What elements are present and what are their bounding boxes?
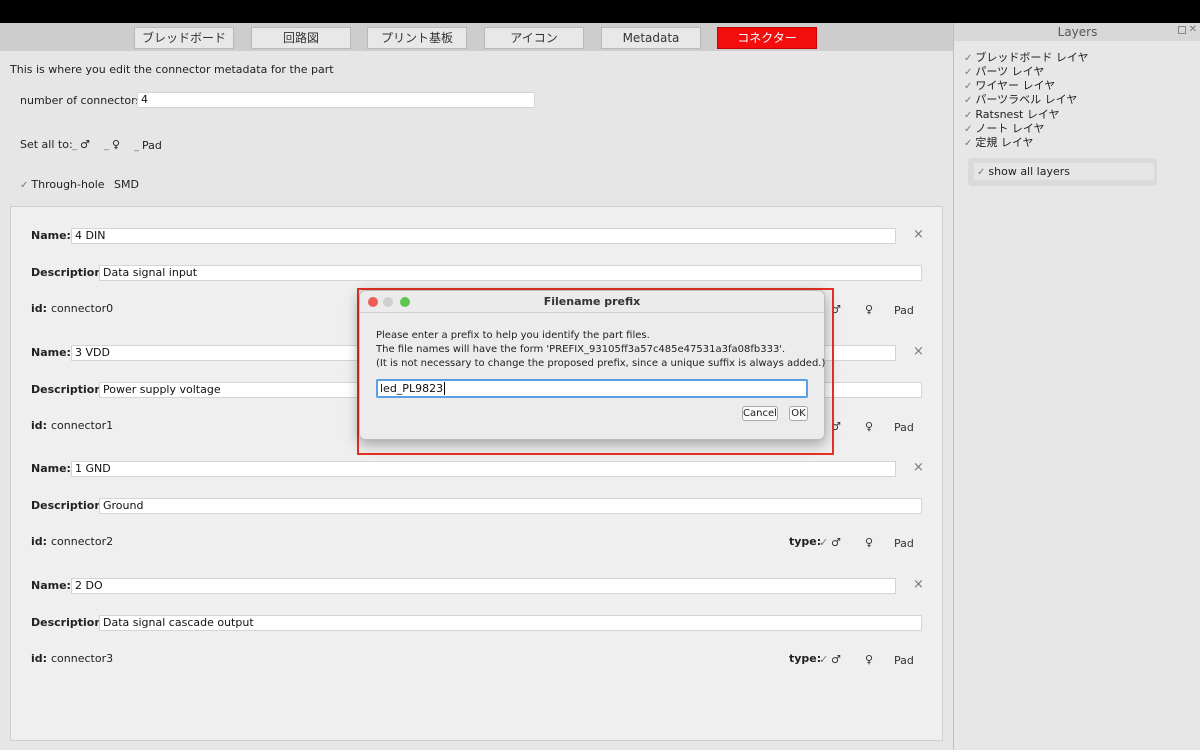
type-label: type: [789,535,822,548]
id-label: id: [31,302,48,315]
type-pad-radio[interactable]: Pad [894,537,914,550]
dialog-title: Filename prefix [543,295,641,308]
type-female-radio[interactable]: ♀ [865,536,873,549]
name-label: Name: [31,579,71,592]
show-all-container: ✓ show all layers [968,158,1157,186]
check-icon: ✓ [819,653,829,666]
connector-description-input[interactable]: Data signal cascade output [99,615,922,631]
check-icon: ✓ [977,167,986,178]
tab-icon[interactable]: アイコン [484,27,584,49]
type-pad-radio[interactable]: Pad [894,304,914,317]
layers-title: Layers [954,23,1200,41]
dialog-titlebar: Filename prefix [360,291,824,313]
set-all-label: Set all to: [20,138,73,151]
intro-text: This is where you edit the connector met… [10,63,334,76]
view-tabs: ブレッドボード 回路図 プリント基板 アイコン Metadata コネクター [0,23,953,51]
connector-id: connector1 [51,419,114,432]
type-pad-radio[interactable]: Pad [894,654,914,667]
delete-connector-icon[interactable]: × [913,344,924,359]
smd-radio[interactable]: SMD [111,178,139,191]
tab-schematic[interactable]: 回路図 [251,27,351,49]
name-label: Name: [31,229,71,242]
ok-button[interactable]: OK [789,406,808,421]
delete-connector-icon[interactable]: × [913,577,924,592]
name-label: Name: [31,346,71,359]
num-connectors-input[interactable]: 4 [137,92,535,108]
connector-id: connector3 [51,652,114,665]
check-icon: ✓ [20,180,29,191]
delete-connector-icon[interactable]: × [913,227,924,242]
dialog-message-line2: The file names will have the form 'PREFI… [376,344,786,355]
description-label: Description: [31,616,107,629]
id-label: id: [31,652,48,665]
connector-name-input[interactable]: 2 DO [71,578,896,594]
tab-pcb[interactable]: プリント基板 [367,27,467,49]
description-label: Description: [31,383,107,396]
id-label: id: [31,419,48,432]
close-icon[interactable]: ✕ [1189,24,1197,35]
connectors-panel: Name: 4 DIN × Description: Data signal i… [10,206,943,741]
connector-name-input[interactable]: 4 DIN [71,228,896,244]
type-female-radio[interactable]: ♀ [865,653,873,666]
type-pad-radio[interactable]: Pad [894,421,914,434]
type-male-radio[interactable]: ♂ [831,653,841,666]
layer-item[interactable]: ✓ パーツラベル レイヤ [964,91,1077,107]
filename-prefix-dialog: Filename prefix Please enter a prefix to… [359,290,825,440]
top-bar [0,0,1200,23]
connector-id: connector2 [51,535,114,548]
layers-panel: Layers ✕ ✓ ブレッドボード レイヤ ✓ パーツ レイヤ ✓ ワイヤー レイヤ… [953,23,1200,750]
dialog-message-line1: Please enter a prefix to help you identi… [376,330,650,341]
prefix-input[interactable]: led_PL9823 [376,379,808,398]
connector-id: connector0 [51,302,114,315]
type-female-radio[interactable]: ♀ [865,303,873,316]
tab-metadata[interactable]: Metadata [601,27,701,49]
connector-description-input[interactable]: Data signal input [99,265,922,281]
check-icon: ✓ [964,95,973,106]
cancel-button[interactable]: Cancel [742,406,778,421]
set-all-female-radio[interactable]: _ ♀ [104,138,120,151]
dialog-message-line3: (It is not necessary to change the propo… [376,358,826,369]
type-male-radio[interactable]: ♂ [831,536,841,549]
show-all-layers-checkbox[interactable]: ✓ show all layers [974,163,1154,180]
num-connectors-label: number of connectors: [20,94,146,107]
connector-description-input[interactable]: Ground [99,498,922,514]
check-icon: ✓ [964,138,973,149]
check-icon: ✓ [819,536,829,549]
connector-name-input[interactable]: 1 GND [71,461,896,477]
type-label: type: [789,652,822,665]
description-label: Description: [31,266,107,279]
tab-connectors[interactable]: コネクター [717,27,817,49]
set-all-male-radio[interactable]: _ ♂ [72,138,90,151]
delete-connector-icon[interactable]: × [913,460,924,475]
set-all-pad-radio[interactable]: _ Pad [134,139,162,152]
undock-icon[interactable] [1178,26,1186,34]
through-hole-radio[interactable]: ✓ Through-hole [20,178,105,191]
description-label: Description: [31,499,107,512]
layer-item[interactable]: ✓ 定規 レイヤ [964,134,1034,150]
tab-breadboard[interactable]: ブレッドボード [134,27,234,49]
name-label: Name: [31,462,71,475]
type-female-radio[interactable]: ♀ [865,420,873,433]
id-label: id: [31,535,48,548]
